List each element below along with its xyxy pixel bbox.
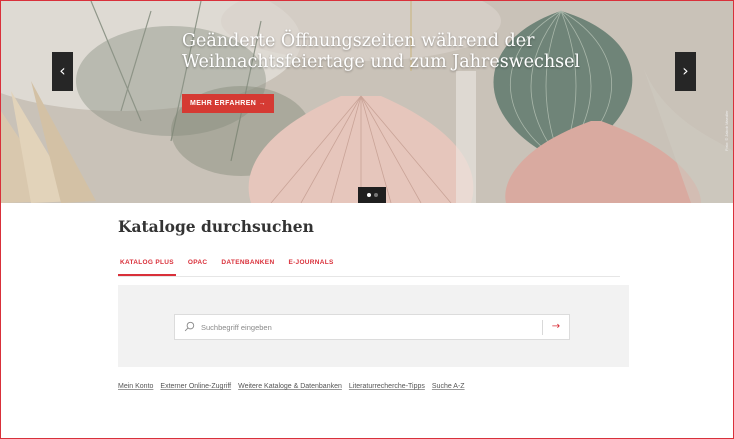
- arrow-right-icon: →: [551, 321, 561, 332]
- link-externer-online-zugriff[interactable]: Externer Online-Zugriff: [160, 383, 231, 390]
- search-divider: [542, 320, 543, 335]
- carousel-dot-2[interactable]: [373, 193, 378, 197]
- link-weitere-kataloge[interactable]: Weitere Kataloge & Datenbanken: [238, 383, 342, 390]
- carousel-dot-1[interactable]: [366, 193, 371, 197]
- link-mein-konto[interactable]: Mein Konto: [118, 383, 153, 390]
- search-submit-button[interactable]: →: [547, 318, 565, 336]
- photo-credit: Foto: © Jakob Maedler: [724, 110, 729, 151]
- mehr-erfahren-button[interactable]: MEHR ERFAHREN →: [182, 94, 275, 113]
- search-icon: [184, 321, 195, 332]
- tab-katalog-plus[interactable]: KATALOG PLUS: [118, 256, 176, 276]
- tab-datenbanken[interactable]: DATENBANKEN: [219, 256, 276, 276]
- carousel-next-button[interactable]: ›: [675, 52, 696, 91]
- link-suche-a-z[interactable]: Suche A-Z: [432, 383, 465, 390]
- catalog-tabs: KATALOG PLUS OPAC DATENBANKEN E-JOURNALS: [118, 256, 620, 277]
- tab-opac[interactable]: OPAC: [186, 256, 210, 276]
- search-input[interactable]: [201, 319, 531, 336]
- search-box: →: [174, 314, 570, 340]
- tab-e-journals[interactable]: E-JOURNALS: [286, 256, 335, 276]
- chevron-right-icon: ›: [682, 61, 689, 80]
- quick-links: Mein Konto Externer Online-Zugriff Weite…: [118, 383, 465, 390]
- hero-carousel: Geänderte Öffnungszeiten während der Wei…: [1, 1, 733, 203]
- catalog-section-title: Kataloge durchsuchen: [118, 217, 314, 236]
- chevron-left-icon: ‹: [59, 61, 66, 80]
- link-literaturrecherche-tipps[interactable]: Literaturrecherche-Tipps: [349, 383, 425, 390]
- carousel-pagination: [358, 187, 386, 203]
- hero-headline: Geänderte Öffnungszeiten während der Wei…: [182, 31, 581, 72]
- carousel-prev-button[interactable]: ‹: [52, 52, 73, 91]
